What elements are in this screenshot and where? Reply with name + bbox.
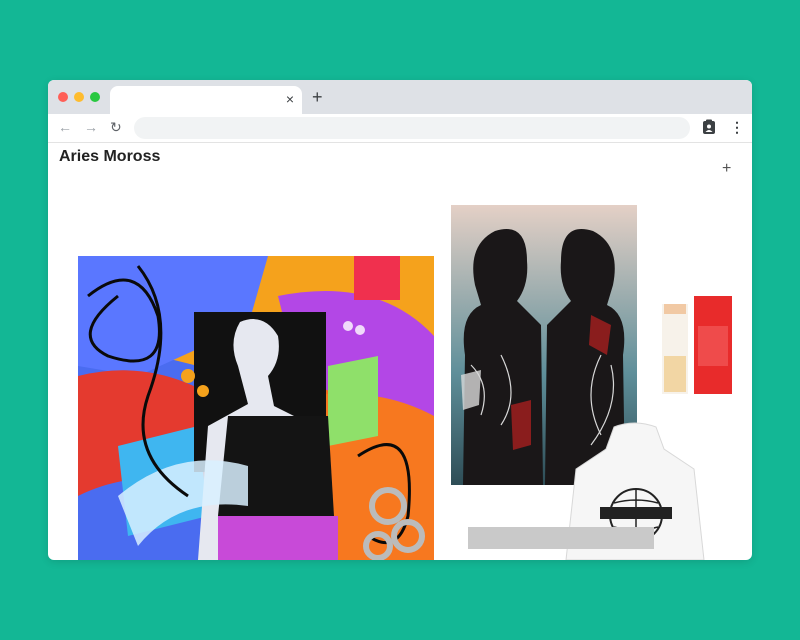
browser-window: × + ← → ↻ ⋮ Aries Moross + [48,80,752,560]
forward-arrow-icon[interactable]: → [84,118,98,136]
extension-icon[interactable] [702,119,716,135]
product-artwork-image[interactable] [662,296,732,394]
minimize-window-button[interactable] [74,92,84,102]
address-bar[interactable] [134,117,690,139]
tab-bar: × + [48,80,752,114]
page-content: Aries Moross + [48,143,752,560]
browser-tab[interactable]: × [110,86,302,114]
new-tab-button[interactable]: + [312,88,323,106]
maximize-window-button[interactable] [90,92,100,102]
back-arrow-icon[interactable]: ← [58,118,72,136]
browser-toolbar: ← → ↻ ⋮ [48,114,752,143]
close-window-button[interactable] [58,92,68,102]
menu-icon[interactable]: ⋮ [730,118,744,136]
gray-placeholder-bar [468,527,654,549]
reload-icon[interactable]: ↻ [110,118,122,136]
collage-artwork-image[interactable] [78,256,434,560]
plus-icon[interactable]: + [722,161,731,177]
page-title: Aries Moross [59,148,161,165]
close-icon[interactable]: × [286,91,294,107]
